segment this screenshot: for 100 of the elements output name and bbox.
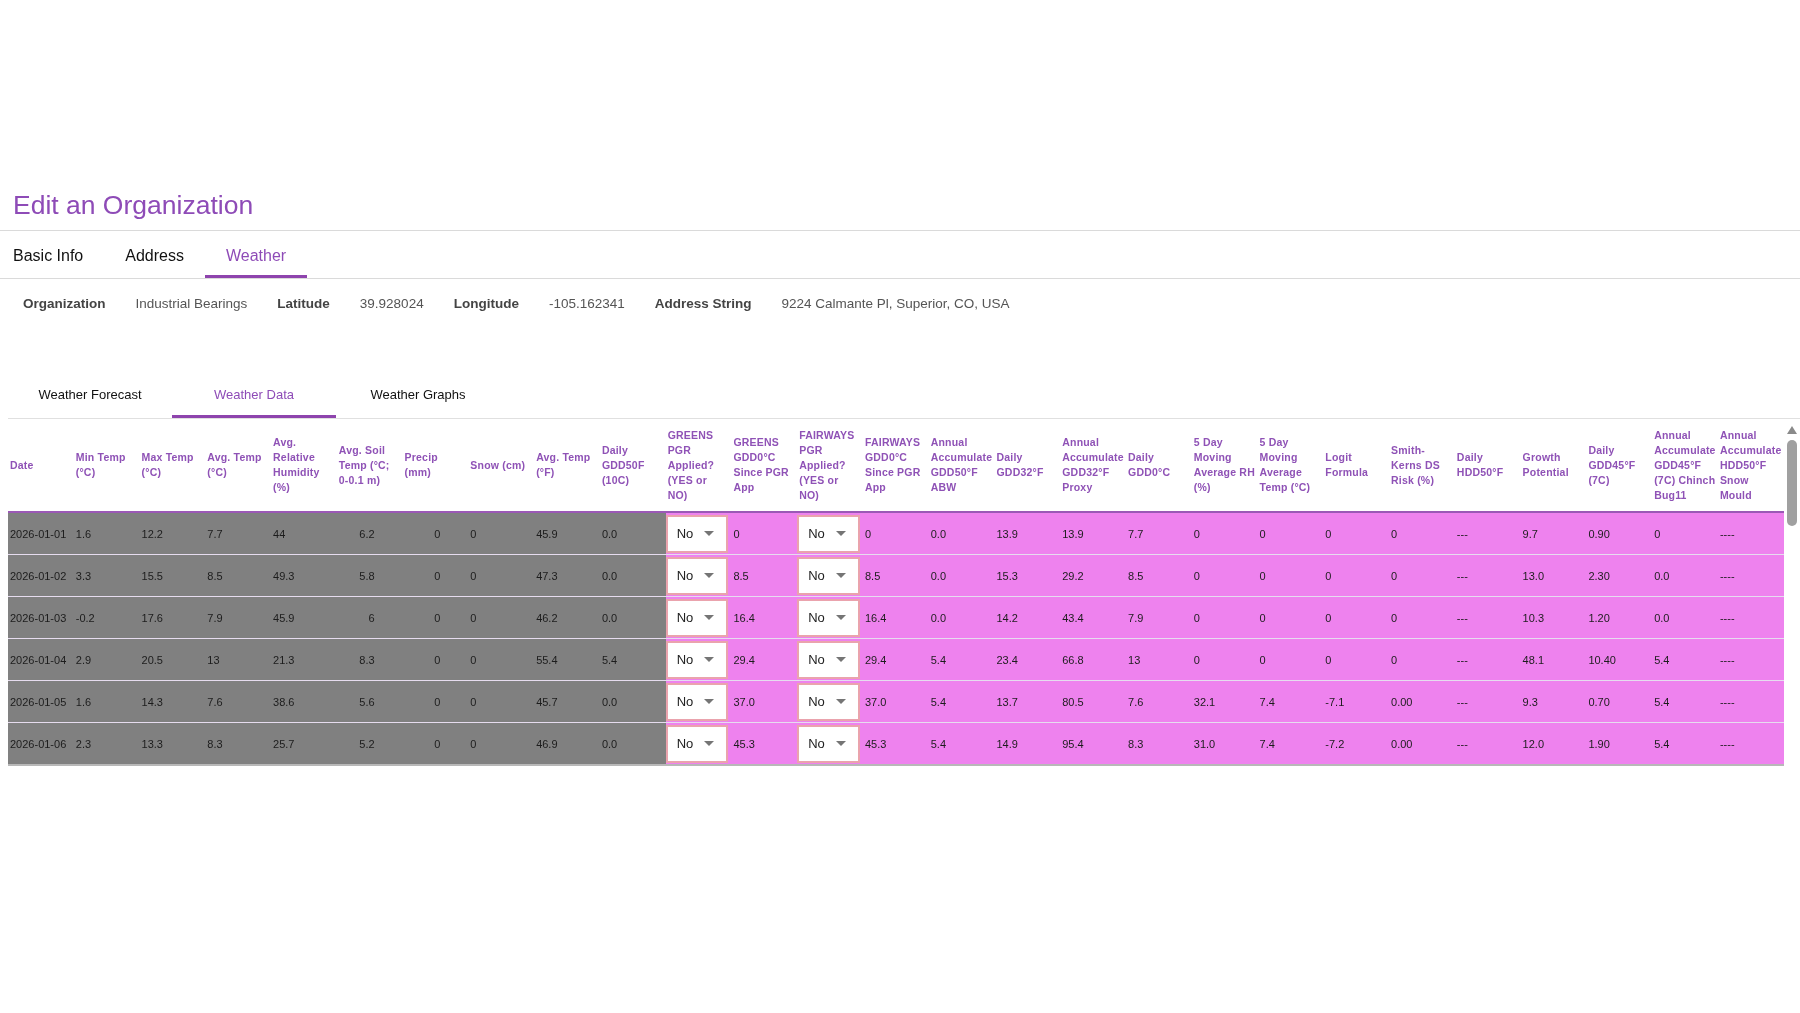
- caret-down-icon: [704, 531, 715, 536]
- dropdown[interactable]: No: [797, 598, 860, 637]
- dropdown[interactable]: No: [797, 724, 860, 763]
- tab[interactable]: Weather Graphs: [336, 370, 500, 418]
- dropdown[interactable]: No: [797, 640, 860, 679]
- caret-down-icon: [704, 615, 715, 620]
- caret-down-icon: [704, 573, 715, 578]
- dropdown[interactable]: No: [665, 514, 729, 553]
- table-cell: 2.9: [73, 638, 140, 681]
- table-cell: 1.6: [73, 680, 140, 723]
- table-cell: 0: [1191, 554, 1258, 597]
- table-cell: 5.8: [336, 554, 403, 597]
- table-cell: 2026-01-01: [8, 512, 74, 555]
- table-cell: 13.7: [994, 680, 1061, 723]
- tab[interactable]: Weather: [204, 231, 308, 278]
- table-cell: 47.3: [534, 554, 600, 597]
- table-cell: 0: [468, 722, 535, 765]
- table-cell: 7.4: [1257, 722, 1324, 765]
- table-cell: 16.4: [731, 596, 798, 639]
- table-cell: ----: [1717, 722, 1784, 765]
- table-cell: 0: [1257, 554, 1324, 597]
- tab[interactable]: Address: [104, 231, 205, 278]
- dropdown[interactable]: No: [665, 640, 729, 679]
- table-cell: 80.5: [1060, 680, 1126, 723]
- table-cell: 10.40: [1586, 638, 1653, 681]
- table-cell: 5.4: [928, 722, 995, 765]
- table-cell: 0.0: [1652, 596, 1718, 639]
- table-cell: 29.2: [1060, 554, 1126, 597]
- table-cell: 20.5: [139, 638, 206, 681]
- table-cell: 7.4: [1257, 680, 1324, 723]
- table-cell: 29.4: [862, 638, 929, 681]
- field-value: -105.162341: [548, 295, 625, 313]
- dropdown[interactable]: No: [665, 556, 729, 595]
- table-cell: 13: [205, 638, 272, 681]
- table-cell: 0.90: [1586, 512, 1653, 555]
- table-cell: 13.9: [994, 512, 1061, 555]
- table-cell: ----: [1717, 680, 1784, 723]
- table-cell: 15.3: [994, 554, 1061, 597]
- table-cell: 37.0: [731, 680, 798, 723]
- table-cell: 0: [402, 638, 469, 681]
- table-cell: ----: [1717, 554, 1784, 597]
- table-cell: 0: [1389, 638, 1455, 681]
- table-cell: 5.4: [599, 638, 666, 681]
- scrollbar-thumb[interactable]: [1787, 440, 1797, 526]
- field-value: Industrial Bearings: [135, 295, 248, 313]
- table-cell: 0: [1257, 596, 1324, 639]
- table-cell: 7.9: [205, 596, 272, 639]
- dropdown[interactable]: No: [797, 514, 860, 553]
- dropdown[interactable]: No: [665, 682, 729, 721]
- table-cell: 8.5: [731, 554, 798, 597]
- table-cell: 0: [1323, 596, 1390, 639]
- table-cell: 0: [402, 554, 469, 597]
- field-label: Address String: [654, 295, 752, 313]
- table-cell: -7.2: [1323, 722, 1390, 765]
- table-cell: 21.3: [271, 638, 337, 681]
- table-cell: 2026-01-02: [8, 554, 74, 597]
- table-cell: 5.6: [336, 680, 403, 723]
- table-cell: 8.5: [1126, 554, 1192, 597]
- table-cell: 8.3: [336, 638, 403, 681]
- table-cell: 0: [1257, 638, 1324, 681]
- table-cell: 7.6: [1126, 680, 1192, 723]
- table-cell: 8.5: [205, 554, 272, 597]
- table-cell: ---: [1454, 596, 1521, 639]
- table-cell: 0.0: [928, 596, 995, 639]
- table-cell: 0: [468, 596, 535, 639]
- table-cell: 0: [1323, 554, 1390, 597]
- table-cell: 66.8: [1060, 638, 1126, 681]
- table-cell: 7.7: [1126, 512, 1192, 555]
- table-cell: 0: [402, 512, 469, 555]
- table-cell: 44: [271, 512, 337, 555]
- table-cell: 9.7: [1520, 512, 1587, 555]
- table-cell: 2.30: [1586, 554, 1653, 597]
- table-cell: 0: [1323, 638, 1390, 681]
- dropdown[interactable]: No: [665, 598, 729, 637]
- table-cell: 7.9: [1126, 596, 1192, 639]
- table-cell: 12.2: [139, 512, 206, 555]
- dropdown[interactable]: No: [797, 682, 860, 721]
- table-cell: 0: [862, 512, 929, 555]
- table-cell: 1.90: [1586, 722, 1653, 765]
- table-cell: 2026-01-06: [8, 722, 74, 765]
- table-cell: 45.9: [271, 596, 337, 639]
- table-cell: 0.0: [599, 512, 666, 555]
- table-cell: 48.1: [1520, 638, 1587, 681]
- table-cell: 0: [402, 596, 469, 639]
- tab[interactable]: Weather Forecast: [8, 370, 172, 418]
- caret-down-icon: [835, 615, 846, 620]
- tab[interactable]: Basic Info: [0, 231, 105, 278]
- table-cell: 0.0: [599, 596, 666, 639]
- dropdown[interactable]: No: [797, 556, 860, 595]
- table-cell: 1.6: [73, 512, 140, 555]
- dropdown[interactable]: No: [665, 724, 729, 763]
- table-cell: 0: [1389, 596, 1455, 639]
- field-value: 39.928024: [359, 295, 424, 313]
- scroll-up-arrow-icon[interactable]: [1787, 426, 1797, 434]
- table-cell: 31.0: [1191, 722, 1258, 765]
- table-cell: 0: [1389, 554, 1455, 597]
- table-cell: 0: [468, 512, 535, 555]
- field-label: Organization: [23, 295, 106, 313]
- table-cell: 3.3: [73, 554, 140, 597]
- table-cell: 0: [468, 680, 535, 723]
